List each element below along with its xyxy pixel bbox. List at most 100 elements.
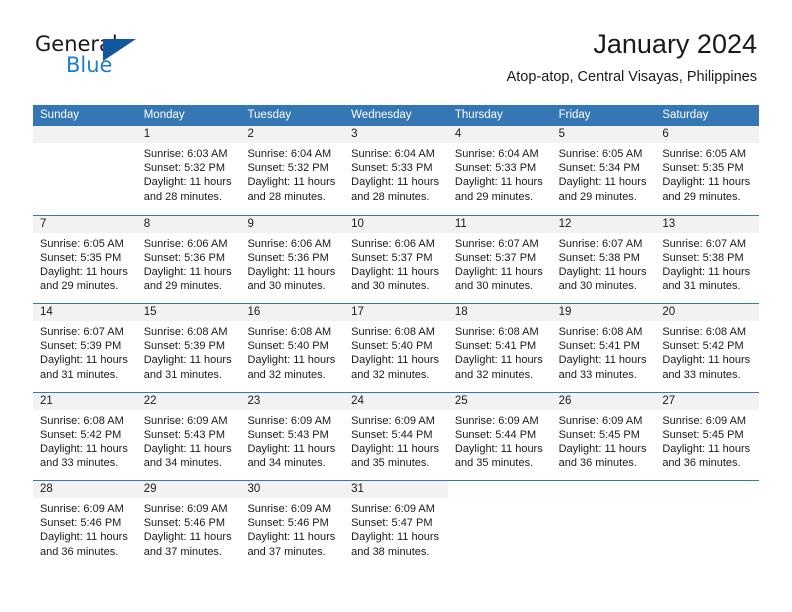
calendar-day-cell[interactable]: 24 Sunrise: 6:09 AM Sunset: 5:44 PM Dayligh… — [344, 392, 448, 481]
sunset-text: Sunset: 5:45 PM — [662, 428, 744, 441]
day-details: Sunrise: 6:09 AM Sunset: 5:47 PM Daylight:… — [344, 498, 448, 559]
daylight-text-line1: Daylight: 11 hours — [351, 442, 440, 455]
sunrise-text: Sunrise: 6:06 AM — [143, 237, 228, 250]
logo-text-blue: Blue — [66, 53, 113, 77]
calendar-day-cell[interactable]: 15 Sunrise: 6:08 AM Sunset: 5:39 PM Dayligh… — [136, 304, 241, 392]
day-details: Sunrise: 6:05 AM Sunset: 5:34 PM Daylight:… — [552, 143, 656, 204]
day-number: 6 — [655, 126, 760, 143]
day-number — [33, 126, 137, 143]
day-details: Sunrise: 6:06 AM Sunset: 5:37 PM Daylight:… — [344, 233, 448, 294]
calendar-grid: Sunday Monday Tuesday Wednesday Thursday… — [33, 105, 760, 569]
sunset-text: Sunset: 5:39 PM — [143, 340, 226, 353]
calendar-day-cell[interactable]: 8 Sunrise: 6:06 AM Sunset: 5:36 PM Daylight… — [136, 215, 241, 304]
daylight-text-line1: Daylight: 11 hours — [40, 442, 128, 455]
page-header: General Blue January 2024 Atop-atop, Cen… — [35, 28, 757, 98]
sunrise-text: Sunrise: 6:09 AM — [662, 414, 747, 427]
daylight-text-line2: and 29 minutes. — [454, 190, 534, 203]
daylight-text-line1: Daylight: 11 hours — [247, 354, 336, 367]
calendar-day-cell[interactable]: 12 Sunrise: 6:07 AM Sunset: 5:38 PM Dayligh… — [551, 215, 656, 304]
calendar-day-cell[interactable]: 26 Sunrise: 6:09 AM Sunset: 5:45 PM Dayligh… — [551, 392, 656, 481]
daylight-text-line1: Daylight: 11 hours — [662, 442, 751, 455]
calendar-day-cell[interactable]: 23 Sunrise: 6:09 AM Sunset: 5:43 PM Dayligh… — [240, 392, 345, 481]
calendar-day-cell[interactable]: 1 Sunrise: 6:03 AM Sunset: 5:32 PM Daylight… — [136, 126, 241, 215]
day-number: 25 — [447, 392, 552, 410]
daylight-text-line2: and 31 minutes. — [662, 280, 741, 293]
sunrise-text: Sunrise: 6:09 AM — [143, 414, 228, 427]
sunrise-text: Sunrise: 6:05 AM — [662, 148, 747, 160]
calendar-day-cell[interactable]: 21 Sunrise: 6:08 AM Sunset: 5:42 PM Dayligh… — [33, 392, 137, 481]
calendar-day-cell[interactable]: 2 Sunrise: 6:04 AM Sunset: 5:32 PM Daylight… — [240, 126, 345, 215]
day-details: Sunrise: 6:08 AM Sunset: 5:42 PM Daylight:… — [655, 321, 759, 382]
calendar-day-cell-empty — [33, 126, 137, 215]
calendar-day-cell[interactable]: 6 Sunrise: 6:05 AM Sunset: 5:35 PM Daylight… — [655, 126, 760, 215]
calendar-day-cell[interactable]: 27 Sunrise: 6:09 AM Sunset: 5:45 PM Dayligh… — [655, 392, 760, 481]
calendar-day-cell[interactable]: 5 Sunrise: 6:05 AM Sunset: 5:34 PM Daylight… — [551, 126, 656, 215]
calendar-day-cell[interactable]: 19 Sunrise: 6:08 AM Sunset: 5:41 PM Dayligh… — [551, 304, 656, 392]
calendar-day-cell[interactable]: 16 Sunrise: 6:08 AM Sunset: 5:40 PM Dayligh… — [240, 304, 345, 392]
location-subtitle: Atop-atop, Central Visayas, Philippines — [506, 69, 757, 85]
calendar-day-cell[interactable]: 22 Sunrise: 6:09 AM Sunset: 5:43 PM Dayligh… — [136, 392, 241, 481]
calendar-day-cell[interactable]: 25 Sunrise: 6:09 AM Sunset: 5:44 PM Dayligh… — [447, 392, 552, 481]
sunrise-text: Sunrise: 6:07 AM — [662, 237, 747, 250]
day-details: Sunrise: 6:08 AM Sunset: 5:39 PM Daylight:… — [137, 321, 241, 382]
daylight-text-line2: and 37 minutes. — [143, 545, 222, 558]
calendar-week-row: 7 Sunrise: 6:05 AM Sunset: 5:35 PM Daylight… — [33, 214, 760, 304]
calendar-day-cell[interactable]: 7 Sunrise: 6:05 AM Sunset: 5:35 PM Daylight… — [33, 215, 137, 304]
day-details: Sunrise: 6:09 AM Sunset: 5:43 PM Daylight:… — [240, 410, 344, 471]
sunrise-text: Sunrise: 6:08 AM — [351, 326, 435, 338]
calendar-day-cell[interactable]: 4 Sunrise: 6:04 AM Sunset: 5:33 PM Daylight… — [447, 126, 552, 215]
calendar-day-cell[interactable]: 11 Sunrise: 6:07 AM Sunset: 5:37 PM Dayligh… — [447, 215, 552, 304]
daylight-text-line1: Daylight: 11 hours — [40, 354, 128, 367]
weekday-header-row: Sunday Monday Tuesday Wednesday Thursday… — [33, 105, 759, 126]
sunrise-text: Sunrise: 6:08 AM — [454, 326, 539, 338]
daylight-text-line2: and 31 minutes. — [143, 368, 222, 381]
sunset-text: Sunset: 5:33 PM — [454, 162, 537, 175]
day-number: 22 — [136, 392, 241, 410]
calendar-day-cell[interactable]: 3 Sunrise: 6:04 AM Sunset: 5:33 PM Daylight… — [344, 126, 448, 215]
day-number: 1 — [136, 126, 241, 143]
daylight-text-line1: Daylight: 11 hours — [454, 176, 543, 189]
calendar-day-cell[interactable]: 13 Sunrise: 6:07 AM Sunset: 5:38 PM Dayligh… — [655, 215, 760, 304]
daylight-text-line2: and 29 minutes. — [40, 280, 119, 293]
sunrise-text: Sunrise: 6:09 AM — [143, 503, 228, 515]
daylight-text-line1: Daylight: 11 hours — [143, 265, 232, 278]
general-blue-logo: General Blue — [35, 32, 165, 84]
calendar-day-cell[interactable]: 28 Sunrise: 6:09 AM Sunset: 5:46 PM Dayligh… — [33, 481, 137, 569]
day-details: Sunrise: 6:09 AM Sunset: 5:43 PM Daylight:… — [137, 410, 241, 471]
daylight-text-line1: Daylight: 11 hours — [558, 442, 647, 455]
calendar-day-cell[interactable]: 29 Sunrise: 6:09 AM Sunset: 5:46 PM Dayligh… — [136, 481, 241, 569]
calendar-day-cell[interactable]: 30 Sunrise: 6:09 AM Sunset: 5:46 PM Dayligh… — [240, 481, 345, 569]
calendar-day-cell[interactable]: 31 Sunrise: 6:09 AM Sunset: 5:47 PM Dayligh… — [344, 481, 448, 569]
sunset-text: Sunset: 5:43 PM — [143, 428, 226, 441]
daylight-text-line2: and 37 minutes. — [247, 545, 326, 558]
daylight-text-line1: Daylight: 11 hours — [351, 265, 440, 278]
sunrise-text: Sunrise: 6:08 AM — [143, 326, 228, 338]
day-number: 17 — [344, 304, 448, 321]
calendar-day-cell[interactable]: 20 Sunrise: 6:08 AM Sunset: 5:42 PM Dayligh… — [655, 304, 760, 392]
sunset-text: Sunset: 5:45 PM — [558, 428, 640, 441]
day-details: Sunrise: 6:07 AM Sunset: 5:39 PM Daylight:… — [33, 321, 137, 382]
daylight-text-line2: and 32 minutes. — [351, 368, 430, 381]
day-number: 20 — [655, 304, 760, 321]
calendar-day-cell[interactable]: 14 Sunrise: 6:07 AM Sunset: 5:39 PM Dayligh… — [33, 304, 137, 392]
sunrise-text: Sunrise: 6:07 AM — [558, 237, 643, 250]
daylight-text-line1: Daylight: 11 hours — [143, 354, 232, 367]
calendar-day-cell[interactable]: 10 Sunrise: 6:06 AM Sunset: 5:37 PM Dayligh… — [344, 215, 448, 304]
calendar-day-cell[interactable]: 17 Sunrise: 6:08 AM Sunset: 5:40 PM Dayligh… — [344, 304, 448, 392]
daylight-text-line2: and 29 minutes. — [558, 190, 637, 203]
daylight-text-line1: Daylight: 11 hours — [247, 176, 336, 189]
weekday-header-wednesday: Wednesday — [351, 109, 412, 121]
sunrise-text: Sunrise: 6:06 AM — [247, 237, 332, 250]
daylight-text-line1: Daylight: 11 hours — [558, 176, 647, 189]
calendar-day-cell[interactable]: 18 Sunrise: 6:08 AM Sunset: 5:41 PM Dayligh… — [447, 304, 552, 392]
sunset-text: Sunset: 5:40 PM — [247, 340, 329, 353]
day-details: Sunrise: 6:09 AM Sunset: 5:46 PM Daylight:… — [240, 498, 344, 559]
day-details: Sunrise: 6:05 AM Sunset: 5:35 PM Daylight:… — [33, 233, 137, 294]
day-number: 27 — [655, 392, 760, 410]
day-details: Sunrise: 6:09 AM Sunset: 5:46 PM Daylight:… — [33, 498, 137, 559]
day-number: 31 — [344, 481, 448, 498]
daylight-text-line2: and 33 minutes. — [662, 368, 741, 381]
sunset-text: Sunset: 5:34 PM — [558, 162, 640, 175]
sunset-text: Sunset: 5:35 PM — [662, 162, 744, 175]
calendar-day-cell[interactable]: 9 Sunrise: 6:06 AM Sunset: 5:36 PM Daylight… — [240, 215, 345, 304]
